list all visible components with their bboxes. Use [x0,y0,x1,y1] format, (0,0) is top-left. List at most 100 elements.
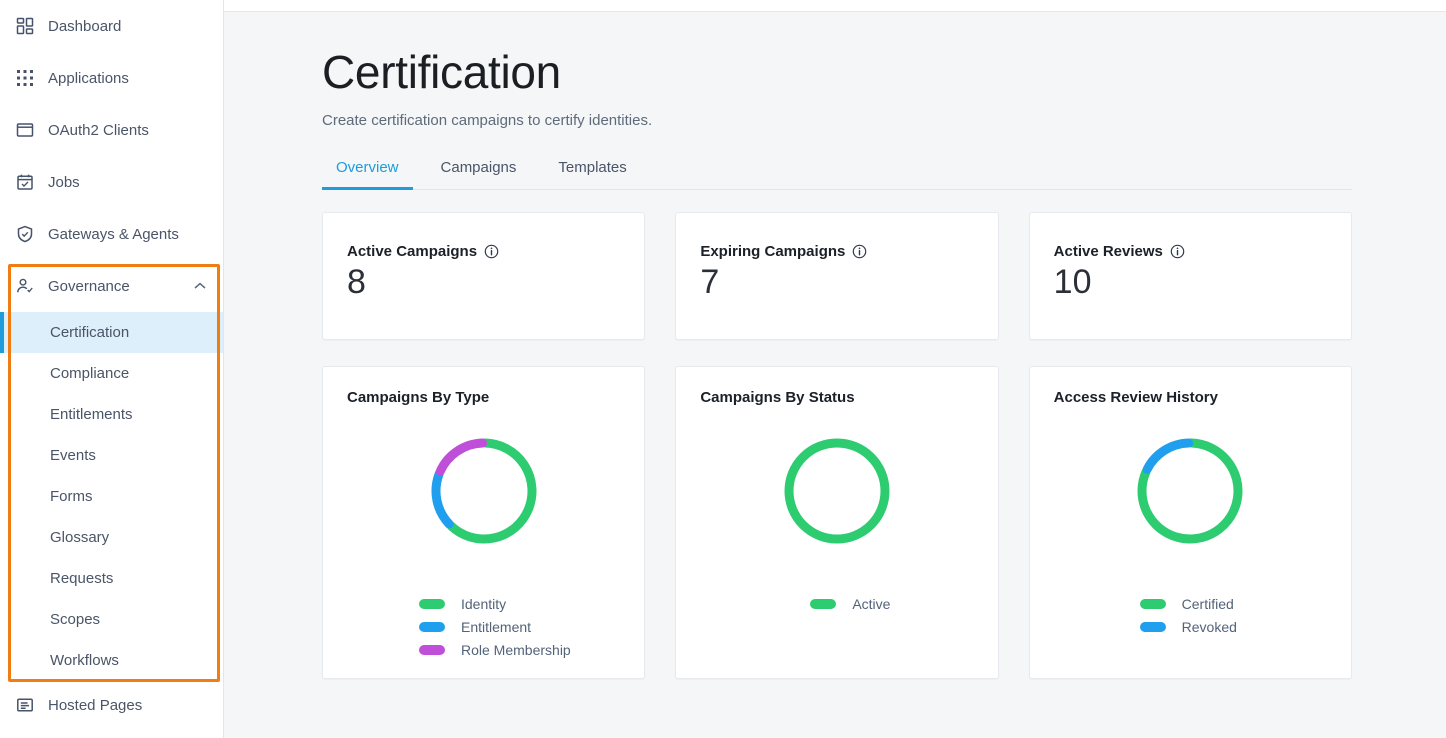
dashboard-icon [14,15,36,37]
legend-label: Active [852,595,891,612]
stat-cards-row: Active Campaigns 8 Expiring Campaigns 7 … [322,212,1352,341]
sidebar: Dashboard Applications OAuth2 Clients Jo… [0,0,224,738]
sidebar-item-label: Hosted Pages [48,696,143,714]
donut-chart-campaigns-by-type [347,416,620,566]
tab-label: Campaigns [440,159,517,177]
tab-templates[interactable]: Templates [544,159,640,189]
sidebar-item-gateways-agents[interactable]: Gateways & Agents [0,208,223,260]
sidebar-item-requests[interactable]: Requests [0,558,223,599]
shield-check-icon [14,223,36,245]
chart-cards-row: Campaigns By Type Identity Entitlement R… [322,366,1352,680]
stat-value: 10 [1053,263,1092,302]
info-icon[interactable] [852,244,867,259]
chart-title: Access Review History [1053,389,1218,407]
legend-swatch [810,598,837,609]
chart-title: Campaigns By Status [700,389,855,407]
card-active-reviews[interactable]: Active Reviews 10 [1028,212,1352,341]
stat-header: Expiring Campaigns [700,243,973,260]
applications-grid-icon [14,67,36,89]
sidebar-item-events[interactable]: Events [0,435,223,476]
legend-label: Entitlement [461,618,532,635]
sidebar-item-applications[interactable]: Applications [0,52,223,104]
legend-item: Role Membership [419,638,620,661]
legend-item: Identity [419,592,620,615]
sidebar-subitem-label: Events [50,447,96,464]
page-subtitle: Create certification campaigns to certif… [322,112,653,130]
app-root: Dashboard Applications OAuth2 Clients Jo… [0,0,1446,738]
stat-value: 7 [700,263,720,302]
sidebar-item-label: OAuth2 Clients [48,121,149,139]
sidebar-item-compliance[interactable]: Compliance [0,353,223,394]
info-icon[interactable] [484,244,499,259]
legend-swatch [419,598,445,609]
card-expiring-campaigns[interactable]: Expiring Campaigns 7 [675,212,999,341]
legend-label: Certified [1181,595,1234,612]
chevron-up-icon[interactable] [193,279,207,293]
sidebar-item-glossary[interactable]: Glossary [0,517,223,558]
legend-label: Identity [461,595,507,612]
sidebar-item-forms[interactable]: Forms [0,476,223,517]
page-title: Certification [322,46,561,98]
info-icon[interactable] [1170,244,1185,259]
sidebar-subitem-label: Forms [50,488,93,505]
legend-item: Active [810,592,973,615]
tab-campaigns[interactable]: Campaigns [427,159,531,189]
stat-title: Active Reviews [1053,243,1163,261]
donut-chart-campaigns-by-status [700,416,973,566]
sidebar-item-jobs[interactable]: Jobs [0,156,223,208]
sidebar-item-label: Applications [48,69,129,87]
stat-header: Active Campaigns [347,243,620,260]
main-content: Certification Create certification campa… [224,0,1446,738]
card-campaigns-by-type: Campaigns By Type Identity Entitlement R… [322,366,646,680]
sidebar-subitem-label: Workflows [50,652,119,669]
legend-swatch [1139,598,1166,609]
tab-bar: Overview Campaigns Templates [322,159,1352,191]
sidebar-group-governance[interactable]: Governance [0,260,223,312]
legend-swatch [419,621,445,632]
stat-title: Expiring Campaigns [700,243,846,261]
sidebar-item-oauth2-clients[interactable]: OAuth2 Clients [0,104,223,156]
sidebar-subitem-label: Entitlements [50,406,133,423]
user-check-icon [14,275,36,297]
sidebar-item-certification[interactable]: Certification [0,312,223,353]
sidebar-item-dashboard[interactable]: Dashboard [0,0,223,52]
tab-overview[interactable]: Overview [322,159,413,191]
tab-label: Templates [558,159,627,177]
top-bar [224,0,1446,12]
card-active-campaigns[interactable]: Active Campaigns 8 [322,212,646,341]
legend-swatch [419,644,445,655]
legend-item: Revoked [1139,615,1327,638]
legend-swatch [1139,621,1166,632]
window-icon [14,119,36,141]
legend-label: Revoked [1181,618,1237,635]
sidebar-item-scopes[interactable]: Scopes [0,599,223,640]
chart-legend: Active [700,592,973,615]
stat-title: Active Campaigns [347,243,478,261]
sidebar-subitem-label: Glossary [50,529,110,546]
card-access-review-history: Access Review History Certified Revoked [1028,366,1352,680]
card-campaigns-by-status: Campaigns By Status Active [675,366,999,680]
sidebar-item-label: Dashboard [48,17,122,35]
chart-legend: Certified Revoked [1054,592,1327,638]
calendar-check-icon [14,171,36,193]
tab-label: Overview [336,159,399,177]
sidebar-subitem-label: Requests [50,570,114,587]
sidebar-item-label: Gateways & Agents [48,225,179,243]
chart-title: Campaigns By Type [347,389,490,407]
legend-item: Certified [1139,592,1327,615]
sidebar-subitem-label: Certification [50,324,130,341]
legend-item: Entitlement [419,615,620,638]
sidebar-group-label: Governance [48,277,130,295]
donut-chart-access-review-history [1054,416,1327,566]
sidebar-subitem-label: Compliance [50,365,130,382]
stat-value: 8 [347,263,366,302]
sidebar-item-label: Jobs [48,173,80,191]
stat-header: Active Reviews [1054,243,1327,260]
sidebar-item-hosted-pages[interactable]: Hosted Pages [0,681,223,729]
legend-label: Role Membership [461,641,571,658]
sidebar-subitem-label: Scopes [50,611,101,628]
sidebar-item-entitlements[interactable]: Entitlements [0,394,223,435]
sidebar-item-workflows[interactable]: Workflows [0,640,223,681]
chart-legend: Identity Entitlement Role Membership [347,592,620,661]
document-lines-icon [14,694,36,716]
